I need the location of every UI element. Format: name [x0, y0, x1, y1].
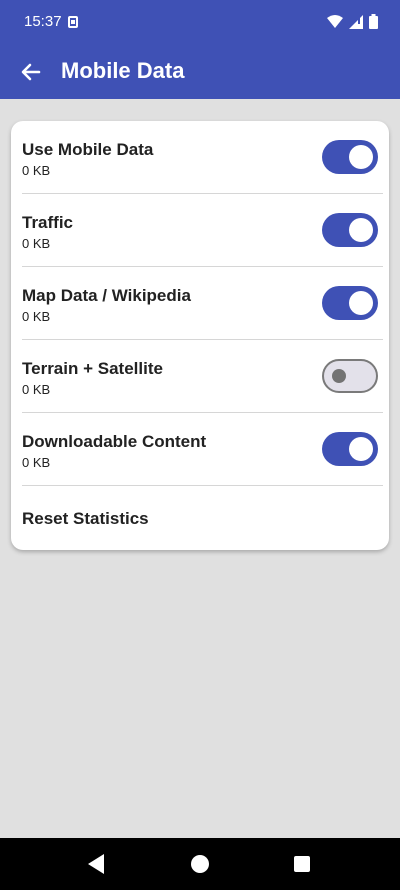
setting-usage: 0 KB: [22, 236, 51, 251]
setting-label: Map Data / Wikipedia: [22, 286, 191, 305]
setting-row-use-mobile-data[interactable]: Use Mobile Data 0 KB: [11, 121, 389, 194]
app-bar: Mobile Data: [0, 45, 400, 99]
settings-card: Use Mobile Data 0 KB Traffic 0 KB Map Da…: [11, 121, 389, 550]
triangle-back-icon: [88, 854, 104, 874]
arrow-back-icon: [21, 63, 41, 81]
status-icons: [327, 14, 378, 29]
reset-statistics-button[interactable]: Reset Statistics: [11, 487, 389, 550]
notification-icon: [68, 16, 78, 28]
terrain-satellite-toggle[interactable]: [322, 359, 378, 393]
cell-signal-icon: [349, 14, 363, 29]
system-nav-bar: [0, 838, 400, 890]
downloadable-content-toggle[interactable]: [322, 432, 378, 466]
toggle-knob: [349, 145, 373, 169]
setting-usage: 0 KB: [22, 309, 51, 324]
setting-label: Use Mobile Data: [22, 140, 154, 159]
toggle-knob: [332, 369, 346, 383]
setting-label: Downloadable Content: [22, 432, 207, 451]
battery-icon: [369, 14, 378, 29]
setting-row-downloadable-content[interactable]: Downloadable Content 0 KB: [11, 413, 389, 486]
setting-usage: 0 KB: [22, 382, 51, 397]
circle-home-icon: [191, 855, 209, 873]
nav-back-button[interactable]: [86, 853, 106, 880]
use-mobile-data-toggle[interactable]: [322, 140, 378, 174]
setting-usage: 0 KB: [22, 455, 51, 470]
status-bar: 15:37: [0, 0, 400, 45]
nav-home-button[interactable]: [190, 854, 210, 879]
setting-label: Traffic: [22, 213, 74, 232]
setting-row-map-data[interactable]: Map Data / Wikipedia 0 KB: [11, 267, 389, 340]
toggle-knob: [349, 437, 373, 461]
map-data-toggle[interactable]: [322, 286, 378, 320]
nav-recents-button[interactable]: [293, 855, 311, 878]
back-button[interactable]: [16, 57, 46, 87]
square-recents-icon: [294, 856, 310, 872]
setting-usage: 0 KB: [22, 163, 51, 178]
setting-row-traffic[interactable]: Traffic 0 KB: [11, 194, 389, 267]
traffic-toggle[interactable]: [322, 213, 378, 247]
setting-label: Terrain + Satellite: [22, 359, 163, 378]
setting-row-terrain-satellite[interactable]: Terrain + Satellite 0 KB: [11, 340, 389, 413]
page-title: Mobile Data: [61, 58, 185, 83]
toggle-knob: [349, 291, 373, 315]
reset-statistics-label: Reset Statistics: [22, 509, 149, 528]
status-time: 15:37: [24, 13, 62, 30]
divider: [22, 485, 383, 486]
toggle-knob: [349, 218, 373, 242]
wifi-icon: [327, 14, 343, 28]
